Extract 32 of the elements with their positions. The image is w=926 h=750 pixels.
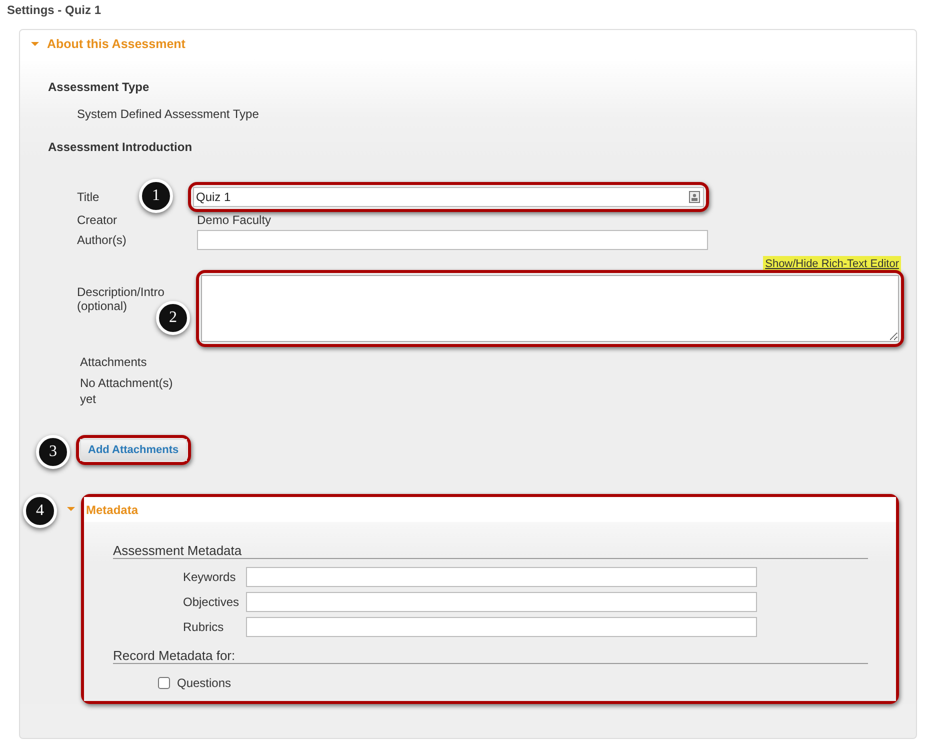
add-attachments-button[interactable]: Add Attachments bbox=[80, 439, 187, 461]
subsection-heading: Record Metadata for: bbox=[113, 648, 236, 663]
page-title: Settings - Quiz 1 bbox=[7, 3, 102, 17]
section-title[interactable]: Metadata bbox=[86, 502, 138, 516]
caret-icon[interactable] bbox=[31, 40, 39, 48]
callout-badge: 3 bbox=[36, 435, 70, 469]
title-field[interactable]: Quiz 1 bbox=[193, 187, 704, 207]
checkbox-label: Questions bbox=[177, 676, 232, 690]
callout-badge: 2 bbox=[156, 301, 190, 335]
metadata-field[interactable] bbox=[246, 567, 757, 587]
field-label: Objectives bbox=[183, 595, 240, 609]
field-heading: Assessment Type bbox=[48, 80, 150, 94]
section-title[interactable]: About this Assessment bbox=[47, 37, 186, 51]
subsection-heading: Assessment Metadata bbox=[113, 543, 242, 558]
field-label: Keywords bbox=[183, 570, 237, 584]
type-value: System Defined Assessment Type bbox=[77, 107, 259, 121]
callout-badge: 1 bbox=[139, 179, 173, 213]
field-label: Creator bbox=[77, 213, 118, 227]
caret-icon[interactable] bbox=[67, 505, 75, 513]
author-field[interactable] bbox=[197, 230, 708, 250]
creator-value: Demo Faculty bbox=[197, 213, 272, 227]
field-label: Rubrics bbox=[183, 620, 225, 634]
attachments-status: No Attachment(s) yet bbox=[80, 375, 174, 407]
metadata-field[interactable] bbox=[246, 617, 757, 637]
field-label: Title bbox=[77, 190, 100, 204]
field-label: Author(s) bbox=[77, 233, 128, 247]
field-heading: Assessment Introduction bbox=[48, 140, 192, 154]
metadata-field[interactable] bbox=[246, 592, 757, 612]
checkbox[interactable] bbox=[158, 677, 170, 689]
contact-card-icon[interactable] bbox=[689, 191, 700, 203]
callout-badge: 4 bbox=[23, 494, 57, 528]
attachments-label: Attachments bbox=[80, 355, 148, 369]
